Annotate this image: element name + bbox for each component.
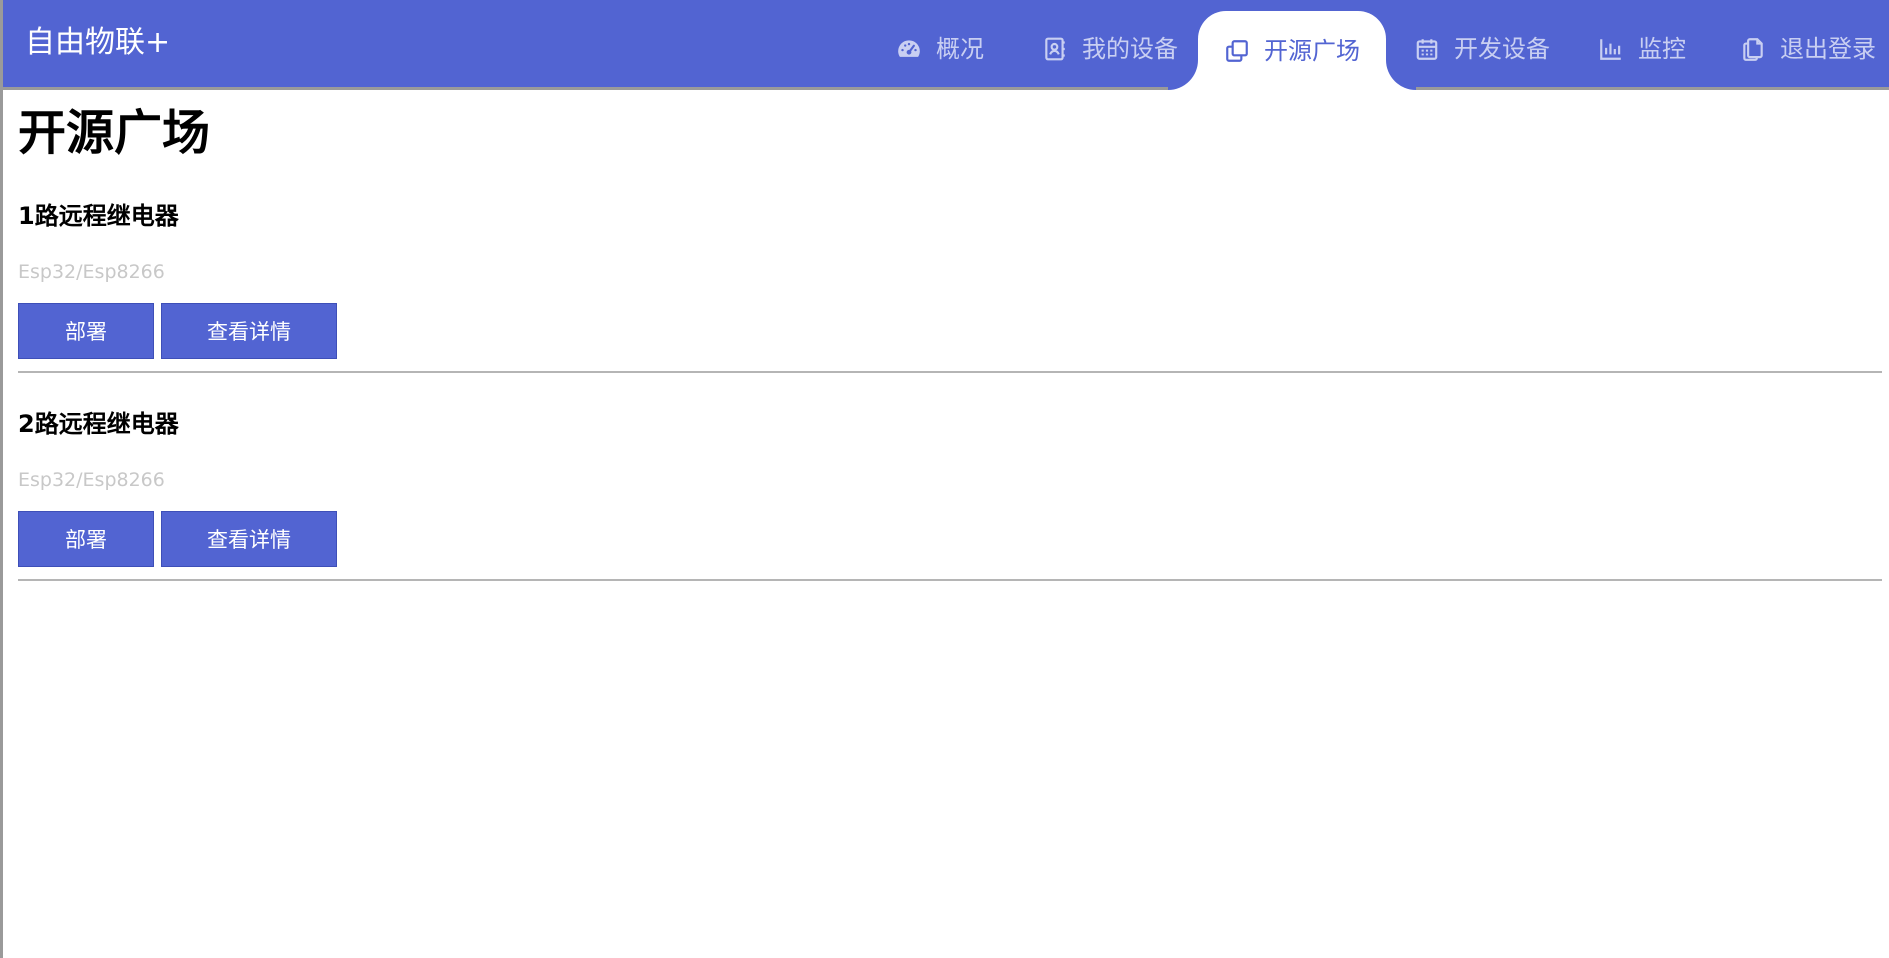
card-divider xyxy=(18,579,1882,581)
page-title: 开源广场 xyxy=(18,105,211,161)
deploy-button[interactable]: 部署 xyxy=(18,303,154,359)
nav-label: 监控 xyxy=(1638,35,1686,63)
nav-label: 开发设备 xyxy=(1454,35,1550,63)
view-details-button[interactable]: 查看详情 xyxy=(161,511,337,567)
deploy-button[interactable]: 部署 xyxy=(18,511,154,567)
nav-item-my-devices[interactable]: 我的设备 xyxy=(1042,11,1178,87)
copy-icon xyxy=(1226,39,1248,62)
project-name: 2路远程继电器 xyxy=(18,410,179,438)
app-frame: 自由物联+ 概况 我的设备 开源广场 开发设备 监控 退出登录 开源广场 1路远… xyxy=(0,0,1889,958)
project-platform: Esp32/Esp8266 xyxy=(18,261,165,283)
nav-item-overview[interactable]: 概况 xyxy=(896,11,984,87)
nav-item-develop-device[interactable]: 开发设备 xyxy=(1414,11,1550,87)
main-nav: 概况 我的设备 开源广场 开发设备 监控 退出登录 xyxy=(3,0,1889,90)
nav-item-monitor[interactable]: 监控 xyxy=(1598,11,1686,87)
active-tab-curve-right xyxy=(1386,60,1416,90)
nav-item-open-source-square[interactable]: 开源广场 xyxy=(1198,11,1386,90)
project-name: 1路远程继电器 xyxy=(18,202,179,230)
top-navbar: 自由物联+ 概况 我的设备 开源广场 开发设备 监控 退出登录 xyxy=(3,0,1889,90)
nav-label: 我的设备 xyxy=(1082,35,1178,63)
active-tab-curve-left xyxy=(1168,60,1198,90)
nav-label: 开源广场 xyxy=(1264,36,1360,65)
project-platform: Esp32/Esp8266 xyxy=(18,469,165,491)
nav-label: 退出登录 xyxy=(1780,35,1876,63)
view-details-button[interactable]: 查看详情 xyxy=(161,303,337,359)
contacts-icon xyxy=(1045,37,1065,61)
card-divider xyxy=(18,371,1882,373)
files-icon xyxy=(1743,38,1763,61)
nav-item-logout[interactable]: 退出登录 xyxy=(1740,11,1876,87)
bar-chart-icon xyxy=(1600,39,1621,60)
calendar-icon xyxy=(1416,39,1438,60)
dashboard-icon xyxy=(898,40,920,57)
nav-label: 概况 xyxy=(936,35,984,63)
